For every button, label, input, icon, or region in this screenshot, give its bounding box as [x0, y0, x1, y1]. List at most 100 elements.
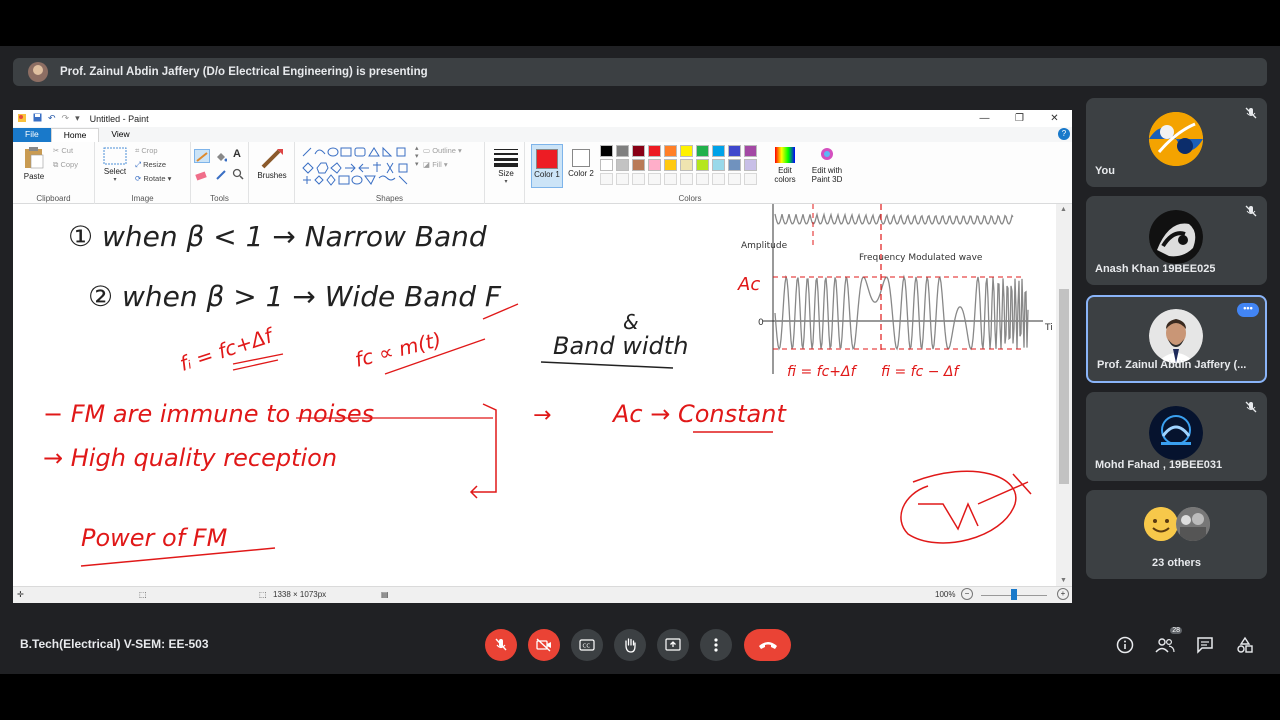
custom-color-slot[interactable]	[648, 173, 661, 185]
scroll-thumb[interactable]	[1059, 289, 1069, 484]
meeting-details-button[interactable]	[1114, 634, 1136, 656]
tab-view[interactable]: View	[99, 128, 141, 142]
outline-button[interactable]: ▭ Outline ▾	[423, 146, 462, 155]
captions-button[interactable]: CC	[571, 629, 603, 661]
camera-toggle-button[interactable]	[528, 629, 560, 661]
palette-swatch[interactable]	[632, 145, 645, 157]
palette-swatch[interactable]	[600, 145, 613, 157]
shapes-gallery[interactable]	[301, 146, 413, 186]
resize-icon: ⤢	[135, 160, 141, 169]
rotate-icon: ⟳	[135, 174, 142, 183]
palette-swatch[interactable]	[648, 145, 661, 157]
copy-button[interactable]: ⧉ Copy	[53, 160, 78, 170]
tab-file[interactable]: File	[13, 128, 51, 142]
brushes-button[interactable]: Brushes	[255, 147, 289, 180]
paint-app-icon	[17, 113, 27, 125]
palette-swatch[interactable]	[728, 159, 741, 171]
rotate-button[interactable]: ⟳ Rotate ▾	[135, 174, 171, 183]
people-button[interactable]: 28	[1154, 627, 1182, 656]
eraser-tool[interactable]	[195, 168, 207, 186]
picker-tool[interactable]	[215, 168, 227, 186]
paste-button[interactable]: Paste	[19, 146, 49, 181]
mic-toggle-button[interactable]	[485, 629, 517, 661]
scroll-down-icon[interactable]: ▼	[1060, 577, 1067, 584]
fill-button[interactable]: ◪ Fill ▾	[423, 160, 448, 169]
edit-paint3d-button[interactable]: Edit with Paint 3D	[805, 146, 849, 184]
palette-swatch[interactable]	[744, 145, 757, 157]
minimize-icon[interactable]: —	[967, 110, 1002, 127]
palette-swatch[interactable]	[632, 159, 645, 171]
size-button[interactable]: Size ▾	[491, 147, 521, 185]
crop-button[interactable]: ⌗ Crop	[135, 146, 158, 156]
participant-tile-others[interactable]: 23 others	[1086, 490, 1267, 579]
size-lines-icon	[494, 149, 518, 167]
palette-swatch[interactable]	[648, 159, 661, 171]
palette-swatch[interactable]	[728, 145, 741, 157]
tab-home[interactable]: Home	[50, 128, 100, 142]
custom-color-slot[interactable]	[680, 173, 693, 185]
redo-icon[interactable]: ↷	[62, 113, 70, 124]
restore-icon[interactable]: ❐	[1002, 110, 1037, 127]
save-icon[interactable]	[33, 113, 42, 124]
palette-swatch[interactable]	[616, 159, 629, 171]
help-icon[interactable]: ?	[1058, 128, 1070, 140]
text-tool[interactable]: A	[233, 148, 241, 160]
custom-color-slot[interactable]	[696, 173, 709, 185]
camera-off-icon	[536, 638, 551, 652]
pencil-tool[interactable]	[194, 149, 210, 163]
activities-button[interactable]	[1234, 634, 1256, 656]
present-button[interactable]	[657, 629, 689, 661]
custom-color-slot[interactable]	[744, 173, 757, 185]
svg-text:CC: CC	[583, 644, 591, 650]
vertical-scrollbar[interactable]: ▲ ▼	[1056, 204, 1072, 586]
raise-hand-button[interactable]	[614, 629, 646, 661]
palette-swatch[interactable]	[696, 145, 709, 157]
leave-call-button[interactable]	[744, 629, 791, 661]
fm-wave-path	[774, 274, 1029, 351]
more-options-button[interactable]	[700, 629, 732, 661]
color2-button[interactable]: Color 2	[566, 144, 596, 178]
tools-group-label: Tools	[210, 194, 229, 203]
custom-color-slot[interactable]	[728, 173, 741, 185]
zoom-slider-thumb[interactable]	[1011, 589, 1017, 600]
participant-tile-professor[interactable]: ••• Prof. Zainul Abdin Jaffery (...	[1086, 295, 1267, 383]
resize-button[interactable]: ⤢ Resize	[135, 160, 166, 170]
more-options-icon[interactable]: •••	[1237, 303, 1259, 317]
canvas-size-text: 1338 × 1073px	[273, 590, 327, 599]
palette-swatch[interactable]	[680, 145, 693, 157]
edit-colors-button[interactable]: Edit colors	[767, 146, 803, 184]
fill-tool[interactable]	[215, 150, 228, 168]
zoom-in-icon[interactable]: +	[1057, 588, 1069, 600]
magnifier-tool[interactable]	[232, 167, 244, 185]
custom-color-slot[interactable]	[616, 173, 629, 185]
shapes-scroll-icon[interactable]: ▴ ▾ ▾	[415, 144, 419, 168]
cut-button[interactable]: ✂ Cut	[53, 146, 73, 155]
participant-tile-anash[interactable]: Anash Khan 19BEE025	[1086, 196, 1267, 285]
custom-color-slot[interactable]	[664, 173, 677, 185]
undo-icon[interactable]: ↶	[48, 113, 56, 124]
color1-button[interactable]: Color 1	[531, 144, 563, 188]
zoom-out-icon[interactable]: −	[961, 588, 973, 600]
palette-swatch[interactable]	[664, 159, 677, 171]
participant-tile-fahad[interactable]: Mohd Fahad , 19BEE031	[1086, 392, 1267, 481]
scroll-up-icon[interactable]: ▲	[1060, 206, 1067, 213]
palette-swatch[interactable]	[600, 159, 613, 171]
select-button[interactable]: Select ▾	[100, 147, 130, 183]
palette-swatch[interactable]	[712, 145, 725, 157]
palette-swatch[interactable]	[680, 159, 693, 171]
palette-swatch[interactable]	[744, 159, 757, 171]
outline-label: Outline	[432, 146, 456, 155]
participant-tile-you[interactable]: You	[1086, 98, 1267, 187]
drawing-canvas[interactable]: ① when β < 1 → Narrow Band ② when β > 1 …	[13, 204, 1056, 586]
palette-swatch[interactable]	[616, 145, 629, 157]
customize-qat-icon[interactable]: ▾	[75, 113, 80, 124]
custom-color-slot[interactable]	[712, 173, 725, 185]
palette-swatch[interactable]	[696, 159, 709, 171]
close-icon[interactable]: ✕	[1037, 110, 1072, 127]
custom-color-slot[interactable]	[600, 173, 613, 185]
chat-button[interactable]	[1194, 634, 1216, 656]
palette-swatch[interactable]	[712, 159, 725, 171]
custom-color-slot[interactable]	[632, 173, 645, 185]
palette-swatch[interactable]	[664, 145, 677, 157]
size-dropdown-icon: ▾	[504, 179, 508, 185]
